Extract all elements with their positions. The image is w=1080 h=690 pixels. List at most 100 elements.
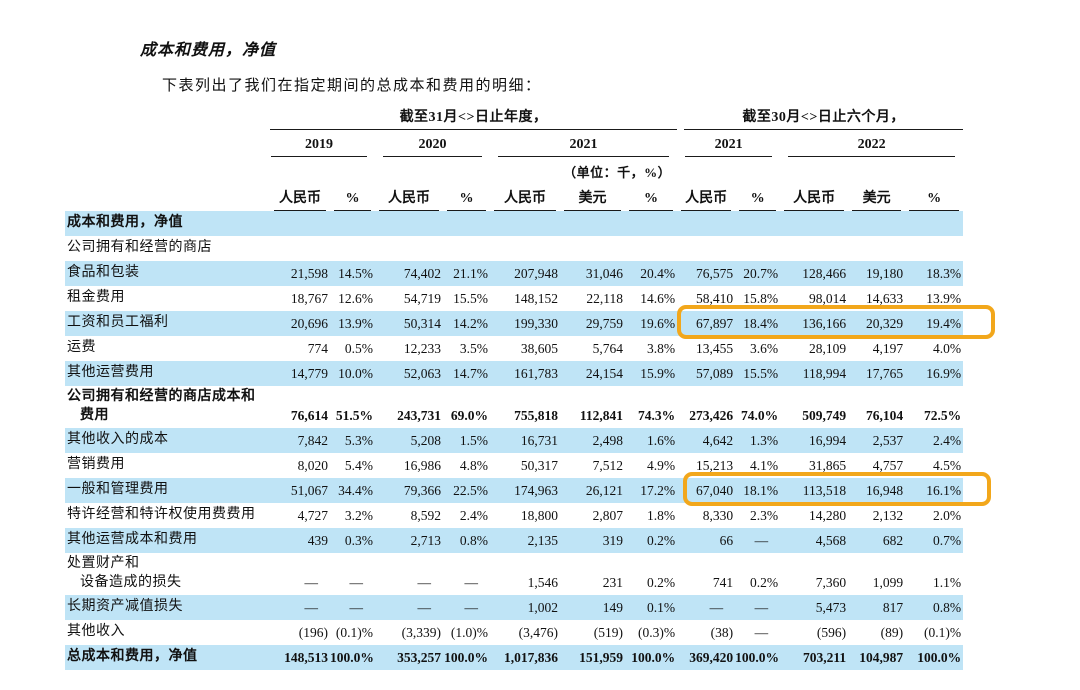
cell: —: [375, 595, 443, 620]
year-header-2022-interim: 2022: [788, 137, 955, 157]
cell: 66: [677, 528, 735, 553]
cell: 22.5%: [443, 478, 490, 503]
cell: 26,121: [560, 478, 625, 503]
cell: 18.4%: [735, 311, 780, 336]
cell: 3.5%: [443, 336, 490, 361]
cell: 14.6%: [625, 286, 677, 311]
cell: 4,568: [780, 528, 848, 553]
cell: 7,842: [270, 428, 330, 453]
cell: 12.6%: [330, 286, 375, 311]
column-header: 美元: [560, 181, 625, 211]
section-title: 成本和费用，净值: [140, 36, 276, 60]
cell: 4,727: [270, 503, 330, 528]
row-label: 营销费用: [65, 453, 270, 478]
cell: 148,152: [490, 286, 560, 311]
year-header-2019: 2019: [271, 137, 367, 157]
cell: 0.7%: [905, 528, 963, 553]
cell: (519): [560, 620, 625, 645]
cell: 1.8%: [625, 503, 677, 528]
cell: 136,166: [780, 311, 848, 336]
cell: 5,764: [560, 336, 625, 361]
row-label: 一般和管理费用: [65, 478, 270, 503]
cell: 18,767: [270, 286, 330, 311]
cell: 18.1%: [735, 478, 780, 503]
row-label: 处置财产和 设备造成的损失: [65, 553, 270, 595]
cell: [625, 211, 677, 236]
column-header: 人民币: [270, 181, 330, 211]
cell: 50,317: [490, 453, 560, 478]
cell: —: [677, 595, 735, 620]
period-group-annual: 截至31月<>日止年度，: [270, 106, 677, 130]
cell: 24,154: [560, 361, 625, 386]
cell: 79,366: [375, 478, 443, 503]
cell: 4.9%: [625, 453, 677, 478]
cell: 2.4%: [443, 503, 490, 528]
column-header: 人民币: [490, 181, 560, 211]
cell: 2,498: [560, 428, 625, 453]
year-header-2021: 2021: [498, 137, 669, 157]
cell: 112,841: [560, 386, 625, 428]
cell: 5.4%: [330, 453, 375, 478]
column-header: %: [443, 181, 490, 211]
cell: 76,614: [270, 386, 330, 428]
cell: —: [270, 553, 330, 595]
cell: 0.2%: [625, 528, 677, 553]
cell: (3,476): [490, 620, 560, 645]
column-header: 人民币: [677, 181, 735, 211]
cell: 100.0%: [330, 645, 375, 670]
cell: 28,109: [780, 336, 848, 361]
cell: [490, 236, 560, 261]
cell: 20.4%: [625, 261, 677, 286]
cell: 4.0%: [905, 336, 963, 361]
cell: 69.0%: [443, 386, 490, 428]
cell: 100.0%: [443, 645, 490, 670]
cell: 54,719: [375, 286, 443, 311]
cell: 2.0%: [905, 503, 963, 528]
cell: 2,132: [848, 503, 905, 528]
cell: 15.5%: [443, 286, 490, 311]
column-header: 人民币: [780, 181, 848, 211]
cell: 353,257: [375, 645, 443, 670]
cell: (1.0)%: [443, 620, 490, 645]
cell: 0.8%: [443, 528, 490, 553]
cell: [905, 236, 963, 261]
cell: 67,897: [677, 311, 735, 336]
cell: 4.1%: [735, 453, 780, 478]
table-row: 处置财产和 设备造成的损失————1,5462310.2%7410.2%7,36…: [65, 553, 963, 595]
cell: 8,020: [270, 453, 330, 478]
cell: 100.0%: [625, 645, 677, 670]
row-label: 租金费用: [65, 286, 270, 311]
cell: [677, 211, 735, 236]
cell: 148,513: [270, 645, 330, 670]
cell: 1.3%: [735, 428, 780, 453]
cell: —: [735, 595, 780, 620]
cell: 16.9%: [905, 361, 963, 386]
cell: —: [735, 528, 780, 553]
cell: 7,360: [780, 553, 848, 595]
cell: 22,118: [560, 286, 625, 311]
cell: 13.9%: [330, 311, 375, 336]
cell: 0.2%: [735, 553, 780, 595]
cell: 2,537: [848, 428, 905, 453]
cell: 1,099: [848, 553, 905, 595]
row-label: 其他运营成本和费用: [65, 528, 270, 553]
table-row: 工资和员工福利20,69613.9%50,31414.2%199,33029,7…: [65, 311, 963, 336]
cell: 5.3%: [330, 428, 375, 453]
table-row: 租金费用18,76712.6%54,71915.5%148,15222,1181…: [65, 286, 963, 311]
cell: 1.1%: [905, 553, 963, 595]
table-row: 运费7740.5%12,2333.5%38,6055,7643.8%13,455…: [65, 336, 963, 361]
cell: [735, 236, 780, 261]
cell: 14.7%: [443, 361, 490, 386]
cell: 51,067: [270, 478, 330, 503]
cell: 20,329: [848, 311, 905, 336]
cell: 5,208: [375, 428, 443, 453]
cell: 682: [848, 528, 905, 553]
column-header: %: [330, 181, 375, 211]
period-group-row: 截至31月<>日止年度， 截至30月<>日止六个月，: [65, 104, 963, 130]
cell: [560, 236, 625, 261]
cell: [490, 211, 560, 236]
prospectus-page: 成本和费用，净值 下表列出了我们在指定期间的总成本和费用的明细： 截至31月<>…: [0, 0, 1080, 690]
table-row: 食品和包装21,59814.5%74,40221.1%207,94831,046…: [65, 261, 963, 286]
table-row: 一般和管理费用51,06734.4%79,36622.5%174,96326,1…: [65, 478, 963, 503]
row-label: 其他收入: [65, 620, 270, 645]
